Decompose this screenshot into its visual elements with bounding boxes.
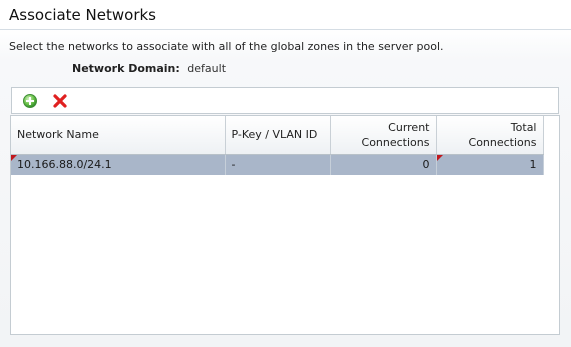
column-header-label: Connections: [468, 135, 537, 149]
column-header-total-connections[interactable]: Total Connections: [436, 116, 544, 155]
column-header-label: Connections: [361, 135, 430, 149]
instructions-text: Select the networks to associate with al…: [9, 40, 444, 53]
network-domain-row: Network Domain: default: [72, 62, 226, 75]
network-name-value: 10.166.88.0/24.1: [17, 158, 112, 172]
column-header-current-connections[interactable]: Current Connections: [330, 116, 437, 155]
pkey-vlan-value: -: [231, 158, 236, 172]
add-icon: [23, 94, 37, 108]
current-connections-value: 0: [422, 158, 430, 172]
column-header-label: Network Name: [17, 128, 99, 142]
title-divider: [0, 29, 571, 30]
remove-icon: [53, 94, 67, 108]
column-header-label: Current: [388, 120, 430, 134]
cell-current-connections[interactable]: 0: [330, 154, 437, 175]
associate-networks-panel: Associate Networks Select the networks t…: [0, 0, 571, 347]
column-header-pkey-vlan[interactable]: P-Key / VLAN ID: [225, 116, 331, 155]
column-header-label: P-Key / VLAN ID: [231, 128, 318, 142]
cell-total-connections[interactable]: 1: [436, 154, 544, 175]
network-domain-label: Network Domain:: [72, 62, 180, 75]
networks-table: Network Name P-Key / VLAN ID Current Con…: [11, 116, 544, 175]
total-connections-value: 1: [529, 158, 537, 172]
cell-pkey-vlan[interactable]: -: [225, 154, 331, 175]
add-network-button[interactable]: [22, 93, 38, 109]
column-header-network-name[interactable]: Network Name: [11, 116, 226, 155]
networks-table-container: Network Name P-Key / VLAN ID Current Con…: [10, 115, 560, 335]
column-header-label: Total: [510, 120, 537, 134]
changed-flag-icon: [436, 154, 443, 161]
cell-network-name[interactable]: 10.166.88.0/24.1: [11, 154, 226, 175]
changed-flag-icon: [11, 154, 17, 161]
network-toolbar: [11, 87, 559, 114]
table-row[interactable]: 10.166.88.0/24.1 - 0 1: [11, 154, 544, 175]
page-title: Associate Networks: [9, 6, 156, 24]
remove-network-button[interactable]: [52, 93, 68, 109]
table-header-row: Network Name P-Key / VLAN ID Current Con…: [11, 116, 544, 155]
network-domain-value: default: [187, 62, 227, 75]
